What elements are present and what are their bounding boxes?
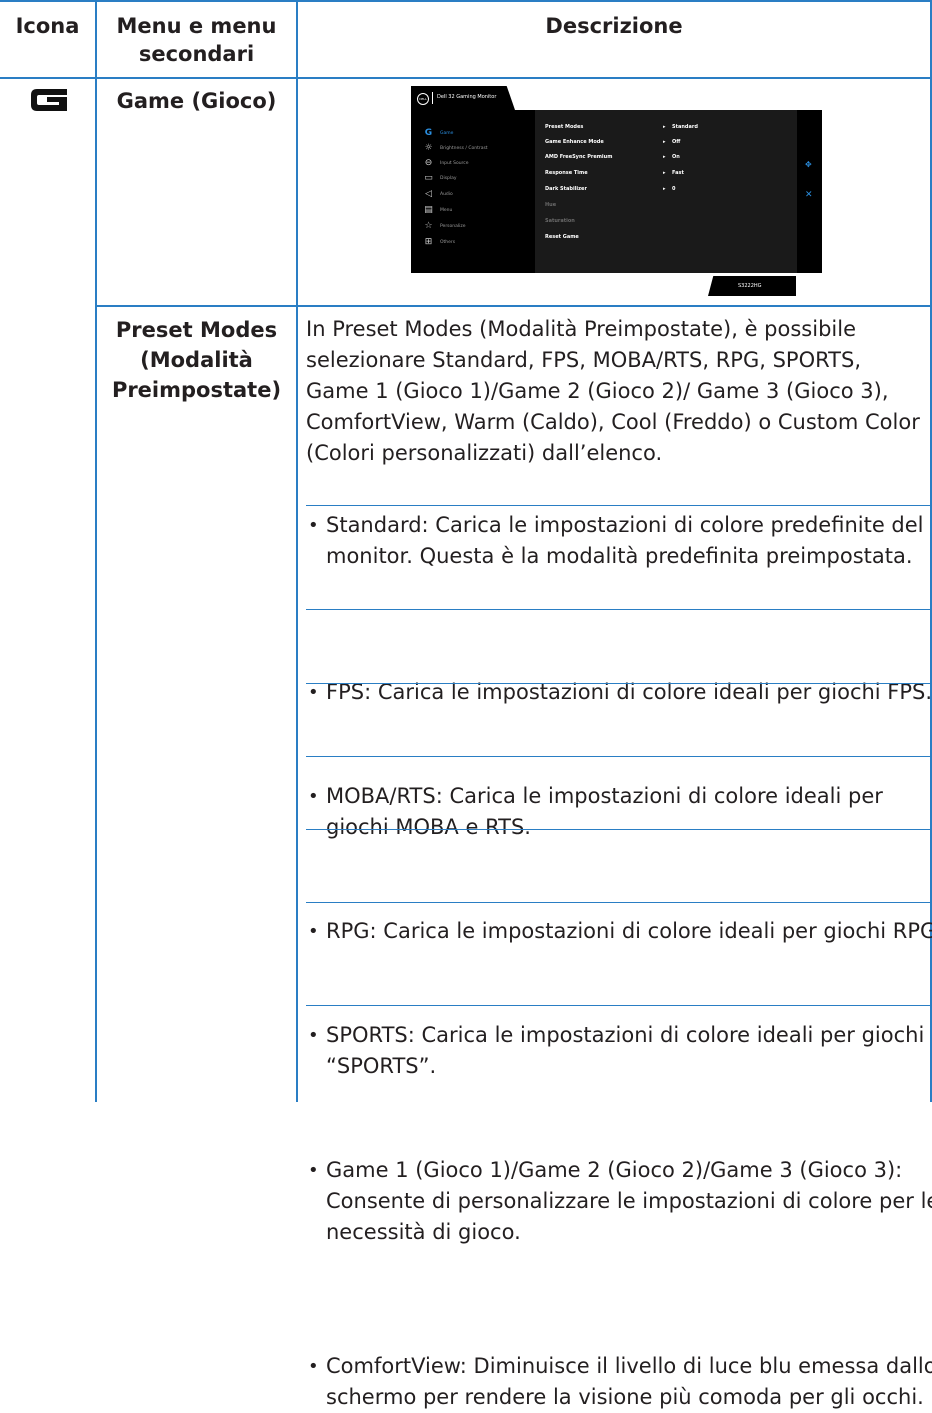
osd-title: Dell 32 Gaming Monitor [437,94,497,100]
osd-setting-row[interactable]: Dark Stabilizer ▸ 0 [545,186,795,198]
osd-setting-row[interactable]: Preset Modes ▸ Standard [545,124,795,136]
header-menu-col: Menu e menu secondari [97,12,296,68]
osd-settings-panel: Preset Modes ▸ Standard Game Enhance Mod… [535,110,797,273]
dell-logo: DELL [417,93,429,105]
osd-screenshot: DELL Dell 32 Gaming Monitor G Game ☼ Bri… [411,86,824,298]
osd-setting-row[interactable]: Game Enhance Mode ▸ Off [545,139,795,151]
input-source-icon: ⊖ [424,158,433,168]
menu-doc-icon: ▤ [424,205,433,215]
osd-setting-row[interactable]: Response Time ▸ Fast [545,170,795,182]
sun-icon: ☼ [424,143,433,153]
osd-menu-item-audio[interactable]: ◁ Audio [423,188,453,200]
osd-menu-item-input-source[interactable]: ⊖ Input Source [423,157,469,169]
list-item: FPS: Carica le impostazioni di colore id… [306,677,932,708]
game-g-icon: G [424,128,433,138]
bullet-separator [306,505,932,506]
osd-menu-item-personalize[interactable]: ☆ Personalize [423,220,465,232]
table-top-border [0,0,932,2]
header-menu-label-1: Menu e menu [116,14,277,38]
chevron-right-icon: ▸ [663,124,666,130]
others-icon: ⊞ [424,237,433,247]
osd-menu-item-brightness[interactable]: ☼ Brightness / Contrast [423,142,487,154]
chevron-right-icon: ▸ [663,170,666,176]
osd-menu-item-others[interactable]: ⊞ Others [423,236,455,248]
header-icon-col: Icona [0,12,95,40]
game-menu-label: Game (Gioco) [116,89,277,113]
header-description-col: Descrizione [298,12,930,40]
osd-setting-row: Hue [545,202,557,208]
osd-model-tab: S3222HG [708,276,796,296]
bullet-separator [306,609,932,610]
list-item: Standard: Carica le impostazioni di colo… [306,510,932,572]
list-item: Game 1 (Gioco 1)/Game 2 (Gioco 2)/Game 3… [306,1155,932,1248]
bullet-separator [306,683,932,684]
star-icon: ☆ [424,221,433,231]
list-item: RPG: Carica le impostazioni di colore id… [306,916,932,947]
chevron-right-icon: ▸ [663,154,666,160]
speaker-icon: ◁ [425,189,432,199]
bullet-separator [306,1005,932,1006]
osd-menu-item-display[interactable]: ▭ Display [423,172,456,184]
list-item: ComfortView: Diminuisce il livello di lu… [306,1351,932,1413]
bullet-separator [306,756,932,757]
osd-menu-list: G Game ☼ Brightness / Contrast ⊖ Input S… [411,110,535,273]
col1-right-border [95,0,97,1102]
bullet-separator [306,902,932,903]
osd-model-label: S3222HG [738,283,762,289]
list-item: MOBA/RTS: Carica le impostazioni di colo… [306,781,932,843]
col2-right-border [296,0,298,1102]
close-icon[interactable]: ✕ [805,190,813,200]
preset-modes-intro: In Preset Modes (Modalità Preimpostate),… [306,317,920,465]
header-menu-label-2: secondari [138,42,255,66]
osd-menu-item-game[interactable]: G Game [423,127,454,139]
joystick-icon[interactable]: ✥ [805,160,812,169]
osd-panel: G Game ☼ Brightness / Contrast ⊖ Input S… [411,110,822,273]
osd-setting-row[interactable]: AMD FreeSync Premium ▸ On [545,154,795,166]
osd-setting-row: Saturation [545,218,575,224]
list-item: SPORTS: Carica le impostazioni di colore… [306,1020,932,1082]
chevron-right-icon: ▸ [663,186,666,192]
osd-setting-row[interactable]: Reset Game [545,234,795,246]
osd-menu-item-menu[interactable]: ▤ Menu [423,204,452,216]
osd-nav-column: ✥ ✕ [797,110,822,273]
game-row-bottom-border [96,305,932,307]
display-icon: ▭ [424,173,433,183]
header-icon-label: Icona [15,14,80,38]
header-bottom-border [0,77,932,79]
osd-title-tab: DELL Dell 32 Gaming Monitor [411,86,515,110]
preset-modes-menu-label: Preset Modes (Modalità Preimpostate) [111,318,282,402]
chevron-right-icon: ▸ [663,139,666,145]
bullet-separator [306,829,932,830]
header-description-label: Descrizione [545,14,683,38]
game-g-icon [31,89,67,111]
